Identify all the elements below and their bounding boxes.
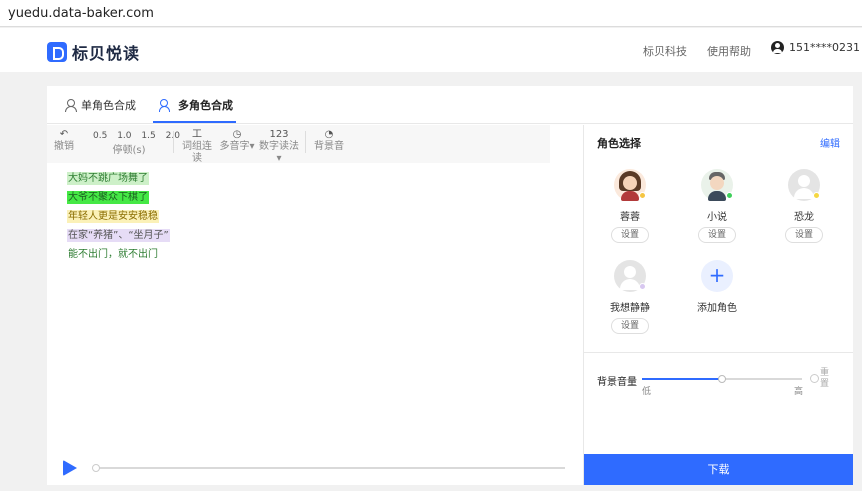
undo-button[interactable]: ↶ 撤销 [53, 129, 75, 153]
edit-roles-link[interactable]: 编辑 [820, 135, 840, 150]
number-icon: 123 [269, 129, 289, 140]
clock-icon: ◷ [232, 129, 242, 140]
undo-icon: ↶ [59, 129, 69, 140]
status-dot [726, 192, 733, 199]
toolbar-divider [173, 131, 174, 153]
brand-name: 标贝悦读 [72, 44, 141, 63]
word-link-label: 词组连读 [182, 141, 212, 164]
audio-player [61, 457, 571, 477]
number-label: 数字读法 [259, 141, 299, 152]
brand-logo[interactable]: 标贝悦读 [47, 40, 140, 64]
number-reading-button[interactable]: 123 数字读法 ▾ [257, 129, 301, 165]
chevron-down-icon: ▾ [249, 141, 255, 152]
role-panel-title: 角色选择 [597, 137, 641, 150]
volume-slider-handle[interactable] [718, 375, 726, 383]
volume-slider[interactable] [642, 375, 802, 383]
avatar [701, 169, 733, 201]
text-line[interactable]: 大爷不聚众下棋了 [67, 191, 149, 204]
volume-slider-fill [642, 378, 722, 380]
role-name: 我想静静 [610, 303, 650, 314]
role-panel: 角色选择 编辑 蓉蓉 设置 小说 设置 恐龙 设置 我想静静 设置 + 添加角色… [584, 125, 853, 485]
chevron-down-icon: ▾ [276, 153, 282, 164]
tab-label: 多角色合成 [178, 99, 233, 112]
polyphone-label: 多音字 [219, 141, 250, 152]
pause-label: 停顿(s) [112, 145, 146, 156]
main-card: 单角色合成 多角色合成 ↶ 撤销 0.5 1.0 1.5 2.0 停顿(s) 工 [47, 86, 853, 485]
role-settings-button[interactable]: 设置 [785, 227, 823, 243]
text-line[interactable]: 在家“养猪”、“坐月子” [67, 229, 170, 242]
browser-url-bar[interactable]: yuedu.data-baker.com [0, 0, 862, 27]
role-card[interactable]: 我想静静 设置 [600, 260, 660, 334]
role-card[interactable]: 小说 设置 [687, 169, 747, 243]
volume-high-label: 高 [794, 387, 804, 397]
logo-icon [47, 42, 67, 62]
pause-option[interactable]: 1.5 [141, 131, 155, 141]
word-link-button[interactable]: 工 词组连读 [181, 129, 213, 165]
reset-icon[interactable] [810, 374, 819, 383]
role-name: 蓉蓉 [620, 212, 640, 223]
play-icon[interactable] [63, 460, 77, 476]
person-icon [65, 99, 77, 112]
tab-single-role[interactable]: 单角色合成 [65, 97, 136, 113]
status-dot [639, 192, 646, 199]
top-header: 标贝悦读 标贝科技 使用帮助 151****0231 ▾ [0, 28, 862, 72]
avatar [788, 169, 820, 201]
tab-bar: 单角色合成 多角色合成 [47, 86, 853, 124]
volume-low-label: 低 [642, 387, 652, 397]
role-settings-button[interactable]: 设置 [698, 227, 736, 243]
playback-progress-bar[interactable] [92, 464, 565, 472]
url-text[interactable]: yuedu.data-baker.com [8, 6, 154, 21]
avatar [614, 260, 646, 292]
user-phone: 151****0231 [789, 41, 860, 54]
tab-multi-role[interactable]: 多角色合成 [159, 97, 233, 113]
role-card[interactable]: 蓉蓉 设置 [600, 169, 660, 243]
active-tab-indicator [153, 121, 236, 123]
text-line[interactable]: 年轻人更是安安稳稳 [67, 210, 159, 223]
volume-reset-button[interactable]: 重置 [820, 368, 832, 390]
background-volume-section: 背景音量 低 高 重置 [584, 352, 853, 446]
role-settings-button[interactable]: 设置 [611, 318, 649, 334]
nav-link-help[interactable]: 使用帮助 [707, 43, 751, 59]
pause-option[interactable]: 1.0 [117, 131, 131, 141]
role-settings-button[interactable]: 设置 [611, 227, 649, 243]
add-role-button[interactable]: + 添加角色 [687, 260, 747, 314]
pause-option[interactable]: 0.5 [93, 131, 107, 141]
add-role-label: 添加角色 [697, 303, 737, 314]
undo-label: 撤销 [54, 141, 74, 152]
user-menu[interactable]: 151****0231 ▾ [771, 41, 862, 54]
editor-text[interactable]: 大妈不跳广场舞了 大爷不聚众下棋了 年轻人更是安安稳稳 在家“养猪”、“坐月子”… [67, 171, 170, 266]
word-link-icon: 工 [192, 129, 202, 140]
editor-toolbar: ↶ 撤销 0.5 1.0 1.5 2.0 停顿(s) 工 词组连读 ◷ 多音字▾… [47, 125, 550, 165]
text-editor-area: ↶ 撤销 0.5 1.0 1.5 2.0 停顿(s) 工 词组连读 ◷ 多音字▾… [47, 125, 584, 485]
status-dot [813, 192, 820, 199]
text-line[interactable]: 大妈不跳广场舞了 [67, 172, 149, 185]
role-card[interactable]: 恐龙 设置 [774, 169, 834, 243]
toolbar-divider [305, 131, 306, 153]
plus-icon: + [701, 260, 733, 292]
volume-label: 背景音量 [597, 377, 637, 388]
user-icon [771, 41, 784, 54]
nav-link-company[interactable]: 标贝科技 [643, 43, 687, 59]
gauge-icon: ◔ [324, 129, 334, 140]
bgm-label: 背景音 [314, 141, 344, 152]
role-name: 小说 [707, 212, 727, 223]
people-icon [159, 99, 173, 112]
progress-handle[interactable] [92, 464, 100, 472]
tab-label: 单角色合成 [81, 99, 136, 112]
bgm-button[interactable]: ◔ 背景音 [311, 129, 347, 153]
avatar [614, 169, 646, 201]
polyphone-button[interactable]: ◷ 多音字▾ [217, 129, 257, 153]
status-dot [639, 283, 646, 290]
text-line[interactable]: 能不出门，就不出门 [67, 248, 159, 261]
download-button[interactable]: 下载 [584, 454, 853, 485]
role-name: 恐龙 [794, 212, 814, 223]
